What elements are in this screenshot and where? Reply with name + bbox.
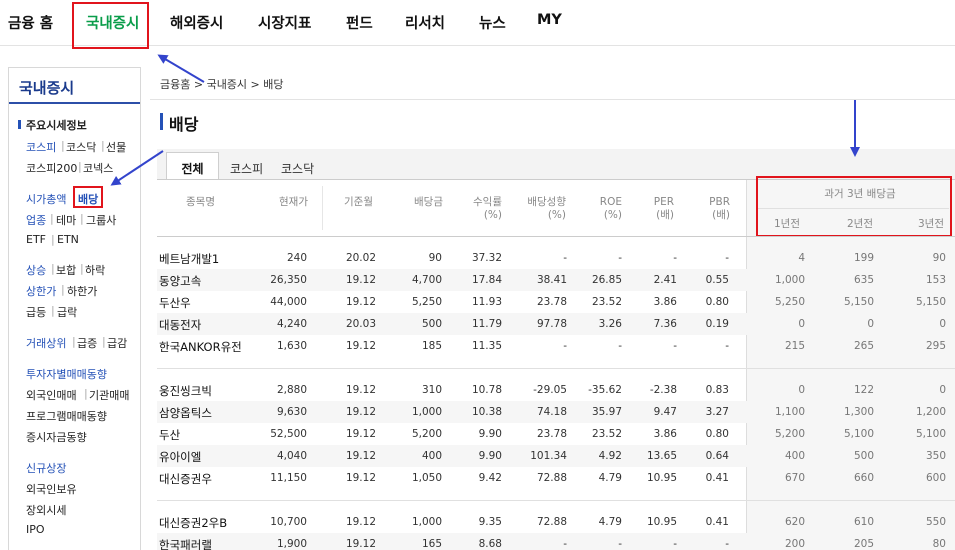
arrow-to-dividend [110, 150, 164, 186]
arrow-to-nav [157, 54, 205, 83]
annotation-arrows [110, 54, 860, 186]
